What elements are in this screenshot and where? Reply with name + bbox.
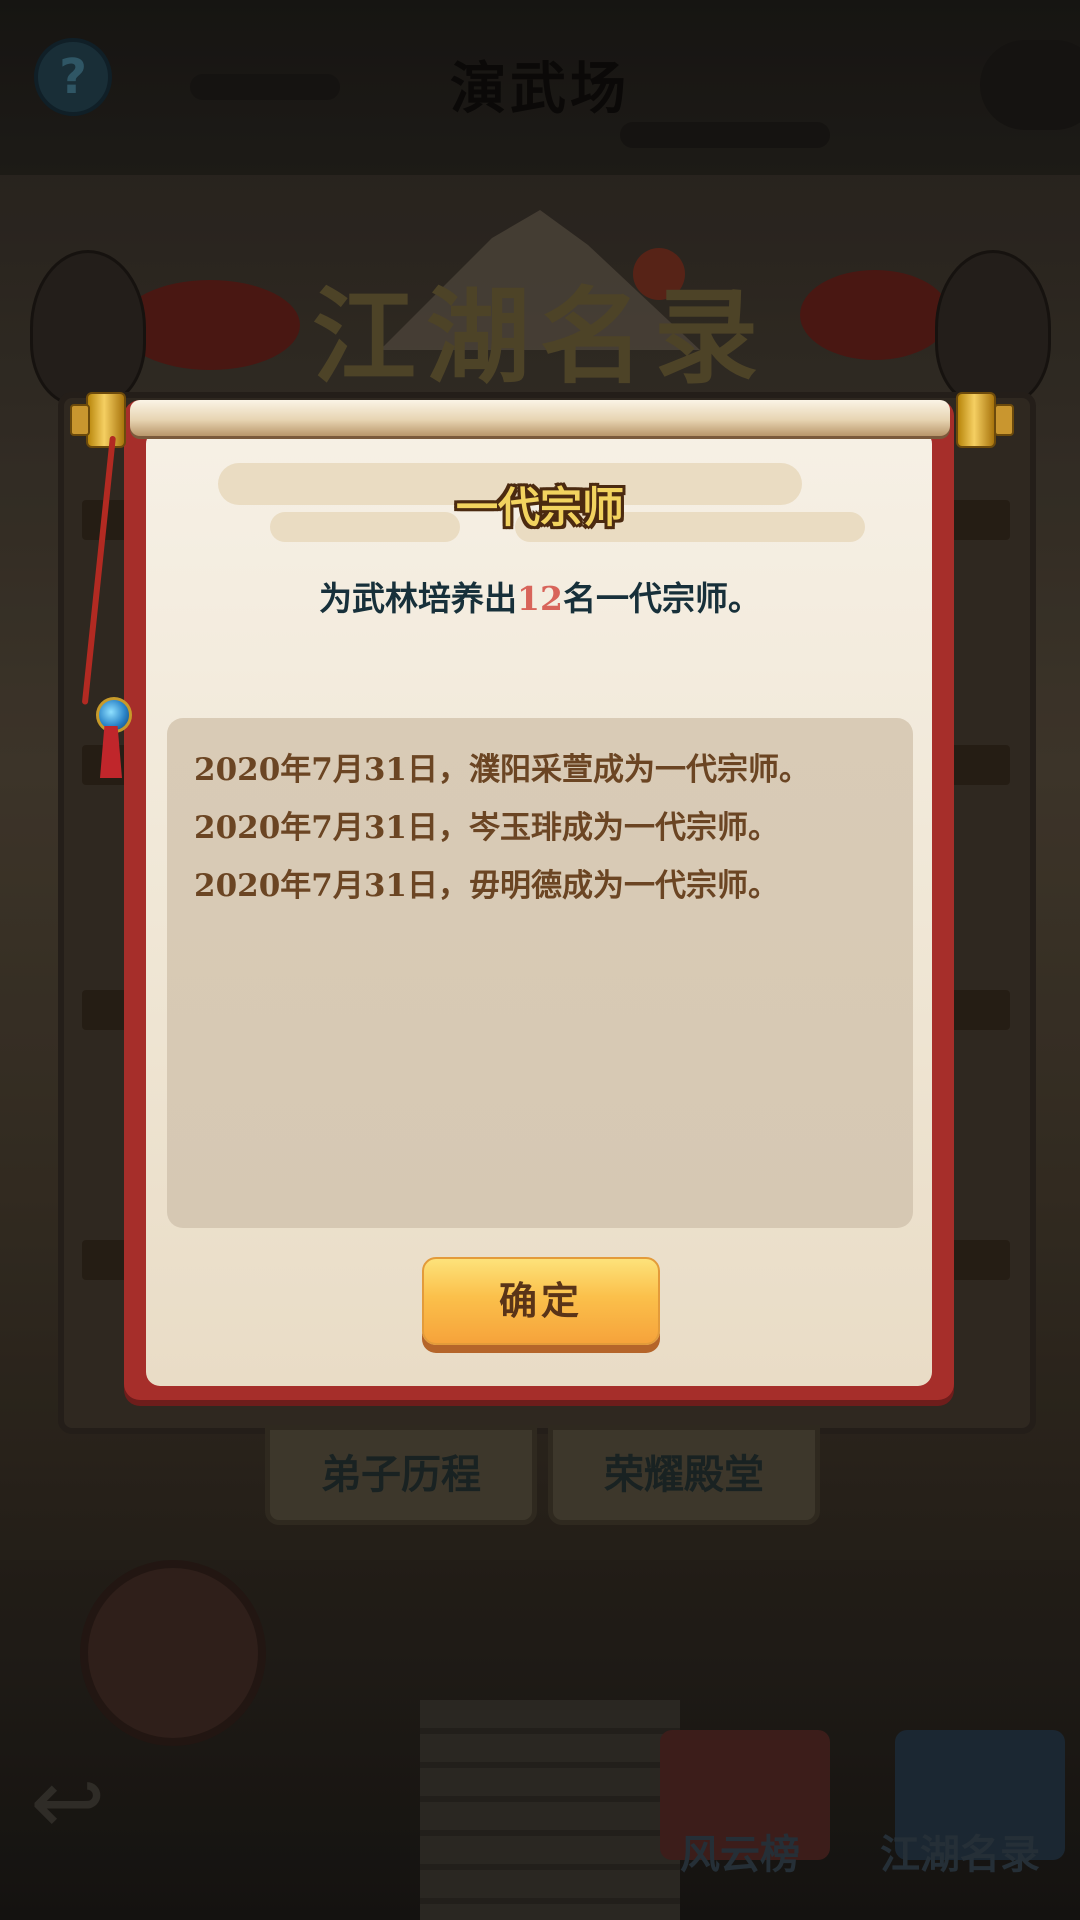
list-item: 2020年7月31日，岑玉琲成为一代宗师。 (194, 810, 779, 846)
description-suffix: 名一代宗师。 (562, 579, 761, 618)
description-prefix: 为武林培养出 (319, 579, 518, 618)
game-screen: ? 演武场 江湖名录 弟子历程 荣耀殿堂 ↩ 风云榜 江湖名录 一代宗师 为武林… (0, 0, 1080, 1920)
scroll-rod (130, 400, 950, 436)
scroll-cap-left (86, 392, 126, 448)
confirm-button[interactable]: 确定 (422, 1257, 660, 1345)
record-list: 2020年7月31日，濮阳采萱成为一代宗师。 2020年7月31日，岑玉琲成为一… (194, 744, 894, 918)
scroll-cap-end-left (70, 404, 90, 436)
scroll-cap-end-right (994, 404, 1014, 436)
scroll-cap-right (956, 392, 996, 448)
dialog-title: 一代宗师 (455, 483, 624, 532)
dialog-description: 为武林培养出12名一代宗师。 (0, 572, 1080, 620)
list-item: 2020年7月31日，濮阳采萱成为一代宗师。 (194, 752, 810, 788)
list-item: 2020年7月31日，毋明德成为一代宗师。 (194, 868, 779, 904)
master-count: 12 (517, 579, 563, 618)
